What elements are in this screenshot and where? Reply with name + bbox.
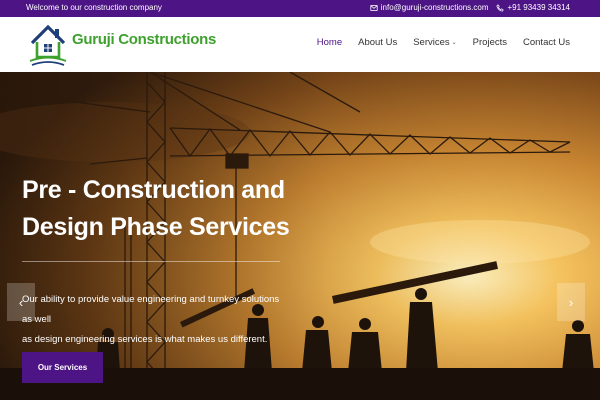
company-logo[interactable] (28, 21, 68, 67)
hero-divider (22, 261, 280, 262)
slider-next-button[interactable]: › (557, 283, 585, 321)
nav-services-label: Services (413, 37, 450, 48)
hero-slider: Pre - Construction and Design Phase Serv… (0, 72, 600, 400)
hero-title-line-2: Design Phase Services (22, 213, 290, 241)
envelope-icon (370, 4, 378, 11)
phone-text: +91 93439 34314 (507, 3, 570, 12)
chevron-down-icon: ⌄ (451, 40, 457, 46)
email-text: info@guruji-constructions.com (380, 3, 489, 12)
site-header: Guruji Constructions Home About Us Servi… (0, 17, 600, 72)
nav-home[interactable]: Home (317, 37, 342, 48)
hero-description: Our ability to provide value engineering… (22, 290, 284, 350)
phone-link[interactable]: +91 93439 34314 (496, 3, 570, 12)
main-nav: Home About Us Services ⌄ Projects Contac… (301, 37, 570, 48)
nav-contact[interactable]: Contact Us (523, 37, 570, 48)
top-bar: Welcome to our construction company info… (0, 0, 600, 17)
hero-desc-line-2: as design engineering services is what m… (22, 334, 268, 345)
hero-desc-line-1: Our ability to provide value engineering… (22, 294, 280, 325)
our-services-button[interactable]: Our Services (22, 352, 103, 383)
phone-icon (496, 3, 505, 12)
brand-name[interactable]: Guruji Constructions (72, 31, 216, 48)
chevron-left-icon: ‹ (18, 294, 24, 310)
welcome-text: Welcome to our construction company (26, 3, 162, 12)
chevron-right-icon: › (568, 294, 574, 310)
hero-title: Pre - Construction and Design Phase Serv… (22, 172, 302, 246)
nav-about[interactable]: About Us (358, 37, 397, 48)
nav-services[interactable]: Services ⌄ (413, 37, 456, 48)
top-contact: info@guruji-constructions.com +91 93439 … (370, 3, 570, 12)
email-link[interactable]: info@guruji-constructions.com (370, 3, 489, 12)
nav-projects[interactable]: Projects (473, 37, 507, 48)
slider-prev-button[interactable]: ‹ (7, 283, 35, 321)
hero-title-line-1: Pre - Construction and (22, 176, 285, 204)
